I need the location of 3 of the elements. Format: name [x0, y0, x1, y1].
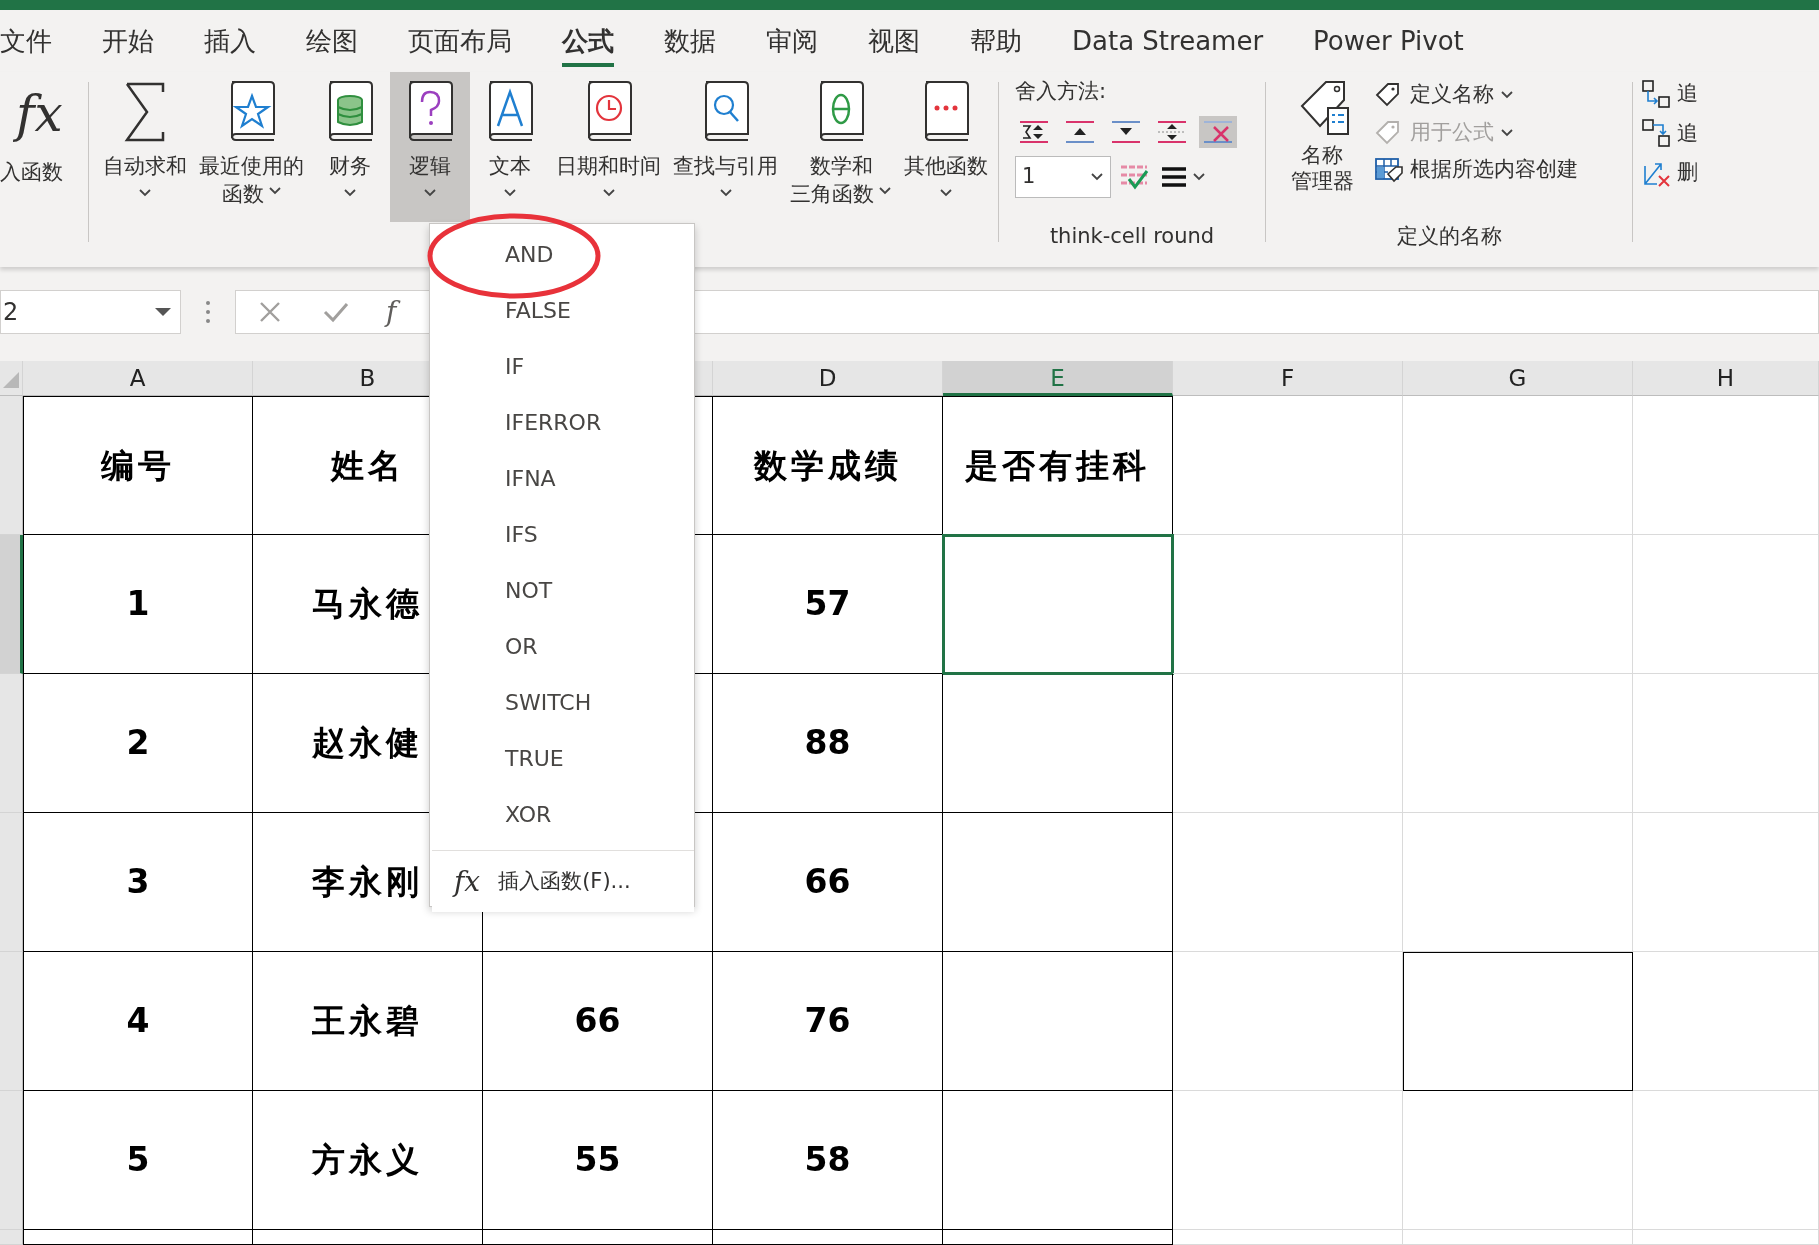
group-label: think-cell round	[1048, 222, 1216, 250]
rounding-label: 舍入方法:	[1015, 78, 1108, 105]
group-label: 定义的名称	[1395, 222, 1503, 250]
